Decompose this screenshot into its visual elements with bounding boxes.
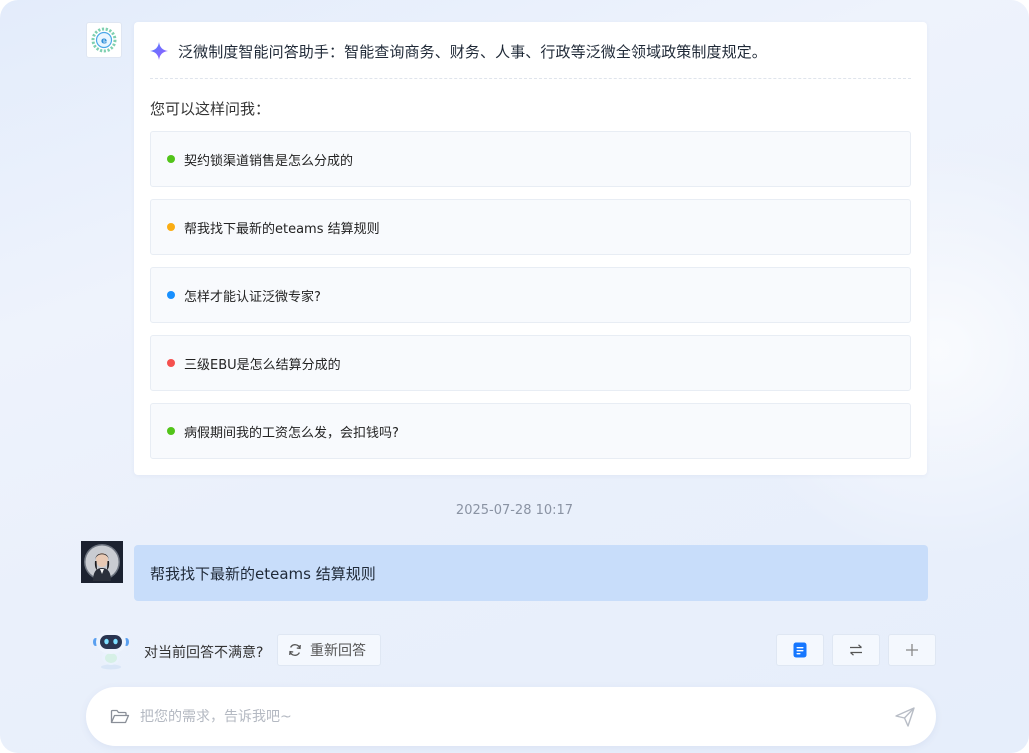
chat-input[interactable] [140, 708, 894, 725]
suggestion-item-5[interactable]: 病假期间我的工资怎么发，会扣钱吗? [150, 403, 911, 459]
svg-text:e: e [101, 37, 107, 47]
plus-icon [906, 644, 918, 656]
bullet-dot-icon [167, 155, 175, 163]
bullet-dot-icon [167, 427, 175, 435]
folder-open-icon[interactable] [110, 709, 130, 725]
assistant-avatar: e [86, 22, 122, 58]
regenerate-label: 重新回答 [310, 643, 366, 659]
answer-card: 泛微制度智能问答助手：智能查询商务、财务、人事、行政等泛微全领域政策制度规定。 … [134, 22, 927, 475]
suggestion-item-3[interactable]: 怎样才能认证泛微专家? [150, 267, 911, 323]
switch-button[interactable] [832, 634, 880, 666]
document-button[interactable] [776, 634, 824, 666]
document-icon [793, 642, 807, 658]
card-title: 泛微制度智能问答助手：智能查询商务、财务、人事、行政等泛微全领域政策制度规定。 [178, 42, 767, 61]
suggestion-text: 三级EBU是怎么结算分成的 [184, 357, 341, 373]
bullet-dot-icon [167, 291, 175, 299]
suggestion-item-2[interactable]: 帮我找下最新的eteams 结算规则 [150, 199, 911, 255]
user-message-bubble: 帮我找下最新的eteams 结算规则 [134, 545, 928, 601]
card-subtitle: 您可以这样问我： [150, 100, 271, 118]
switch-icon [850, 644, 862, 656]
suggestion-text: 怎样才能认证泛微专家? [184, 289, 321, 305]
add-button[interactable] [888, 634, 936, 666]
card-divider [150, 78, 911, 79]
bullet-dot-icon [167, 223, 175, 231]
message-timestamp: 2025-07-28 10:17 [455, 503, 574, 518]
sparkle-icon [150, 42, 168, 60]
suggestion-text: 帮我找下最新的eteams 结算规则 [184, 221, 380, 237]
suggestion-list: 契约锁渠道销售是怎么分成的 帮我找下最新的eteams 结算规则 怎样才能认证泛… [150, 131, 911, 471]
regenerate-button[interactable]: 重新回答 [277, 634, 381, 666]
suggestion-text: 契约锁渠道销售是怎么分成的 [184, 153, 354, 169]
bullet-dot-icon [167, 359, 175, 367]
chat-input-bar [86, 687, 936, 746]
gear-logo-icon: e [91, 27, 117, 53]
suggestion-item-4[interactable]: 三级EBU是怎么结算分成的 [150, 335, 911, 391]
refresh-icon [289, 644, 301, 656]
suggestion-item-1[interactable]: 契约锁渠道销售是怎么分成的 [150, 131, 911, 187]
user-avatar [81, 541, 123, 583]
send-icon[interactable] [894, 706, 916, 728]
chat-window: e 泛微制度智能问答助手：智能查询商务、财务、人事、行政等泛微全领域政策制度规定… [0, 0, 1029, 753]
robot-mascot-icon [88, 626, 134, 672]
suggestion-text: 病假期间我的工资怎么发，会扣钱吗? [184, 425, 399, 441]
feedback-prompt: 对当前回答不满意? [144, 645, 264, 661]
user-photo-icon [81, 541, 123, 583]
card-header: 泛微制度智能问答助手：智能查询商务、财务、人事、行政等泛微全领域政策制度规定。 [150, 40, 911, 62]
